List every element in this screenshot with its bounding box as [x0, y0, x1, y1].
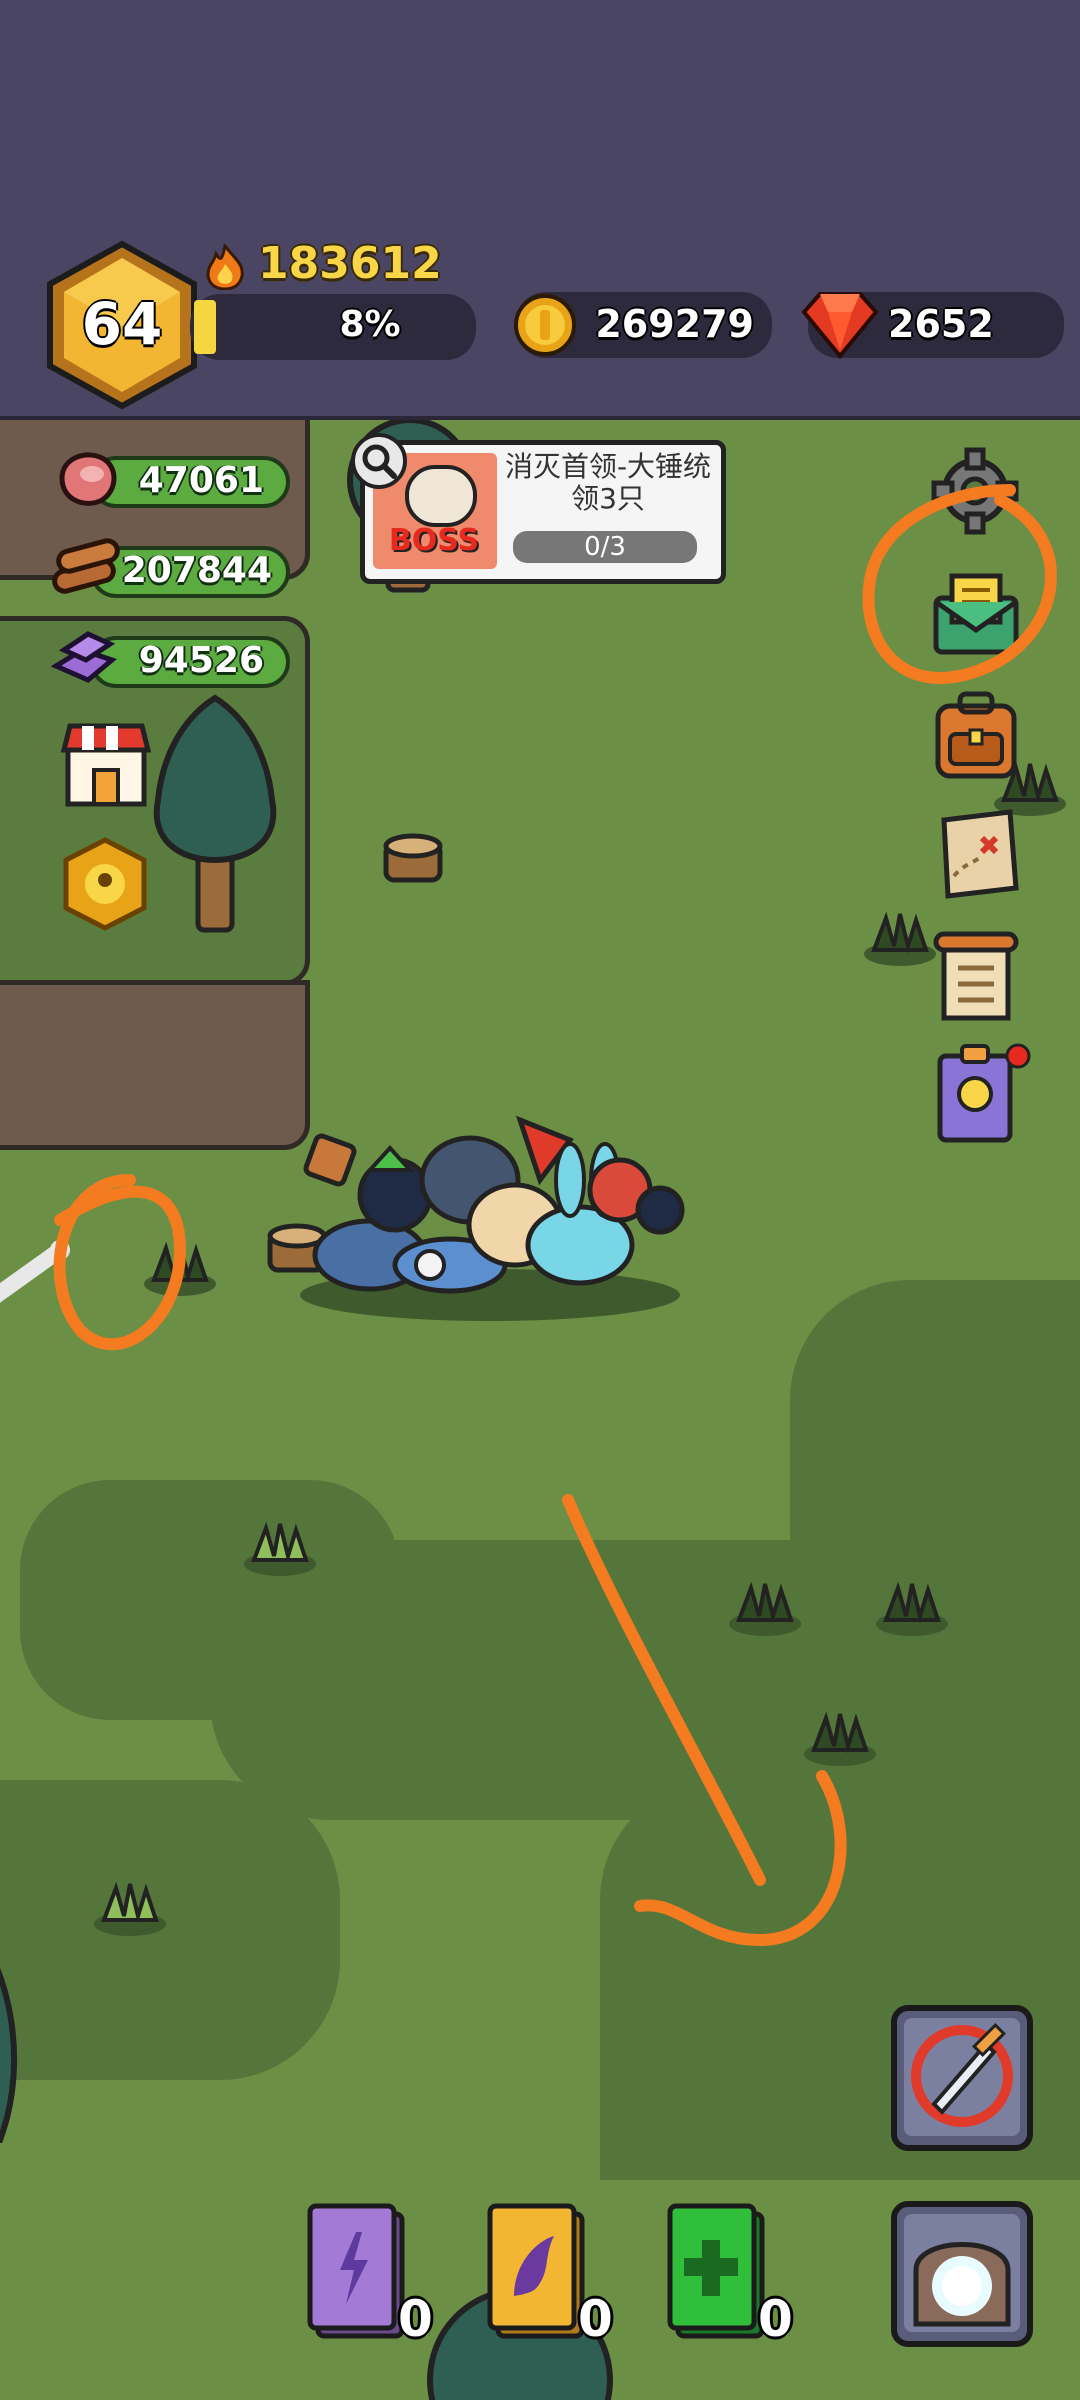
tree-stump [383, 833, 443, 883]
bush [804, 1711, 876, 1766]
meat-icon [59, 452, 117, 506]
scroll-quests-icon[interactable] [930, 926, 1022, 1026]
flame-icon [206, 244, 244, 290]
cliff [0, 980, 310, 1150]
bush [94, 1881, 166, 1936]
meat-value: 47061 [138, 460, 264, 501]
wood-value: 207844 [121, 550, 272, 591]
rank-badge-icon[interactable] [56, 836, 154, 932]
bone-decoration [0, 1240, 70, 1303]
magnifier-icon[interactable] [350, 432, 408, 490]
skull-icon [405, 465, 477, 527]
boss-card-icon[interactable] [930, 1042, 1034, 1146]
ore-value: 94526 [138, 640, 264, 681]
book-count: 0 [578, 2290, 613, 2348]
ore-icon [50, 631, 118, 683]
exp-bar: 8% [190, 294, 476, 360]
bush [876, 1581, 948, 1636]
bush [244, 1521, 316, 1576]
bush [144, 1241, 216, 1296]
exp-percent: 8% [339, 304, 401, 345]
exp-fill [194, 300, 216, 354]
book-count: 0 [398, 2290, 433, 2348]
level-number: 64 [81, 290, 163, 358]
shop-button[interactable] [60, 720, 152, 810]
hero-squad[interactable] [270, 1070, 710, 1330]
quest-card[interactable]: BOSS 消灭首领-大锤统领3只 0/3 [360, 440, 726, 584]
portal-button[interactable] [890, 2200, 1034, 2350]
quest-progress: 0/3 [584, 532, 626, 562]
boss-badge: BOSS [388, 523, 480, 558]
tree [153, 694, 277, 933]
gear-icon[interactable] [930, 446, 1020, 536]
treasure-map-icon[interactable] [930, 808, 1022, 900]
terrain-dark-patch [0, 1780, 340, 2080]
bush [864, 911, 936, 966]
mail-icon[interactable] [930, 566, 1022, 658]
gem-icon [801, 292, 879, 360]
coins-value: 269279 [595, 302, 754, 346]
bush [729, 1581, 801, 1636]
auto-battle-button[interactable] [890, 2004, 1034, 2154]
quest-progress-bar: 0/3 [513, 531, 697, 563]
backpack-icon[interactable] [930, 690, 1022, 782]
quest-title: 消灭首领-大锤统领3只 [504, 450, 712, 515]
wood-icon [52, 538, 120, 594]
book-count: 0 [758, 2290, 793, 2348]
gems-value: 2652 [888, 302, 994, 346]
coin-icon [514, 294, 576, 356]
top-status-bar: 64 183612 8% 269279 2652 [0, 0, 1080, 420]
tree [0, 1967, 18, 2143]
power-value: 183612 [258, 238, 442, 289]
